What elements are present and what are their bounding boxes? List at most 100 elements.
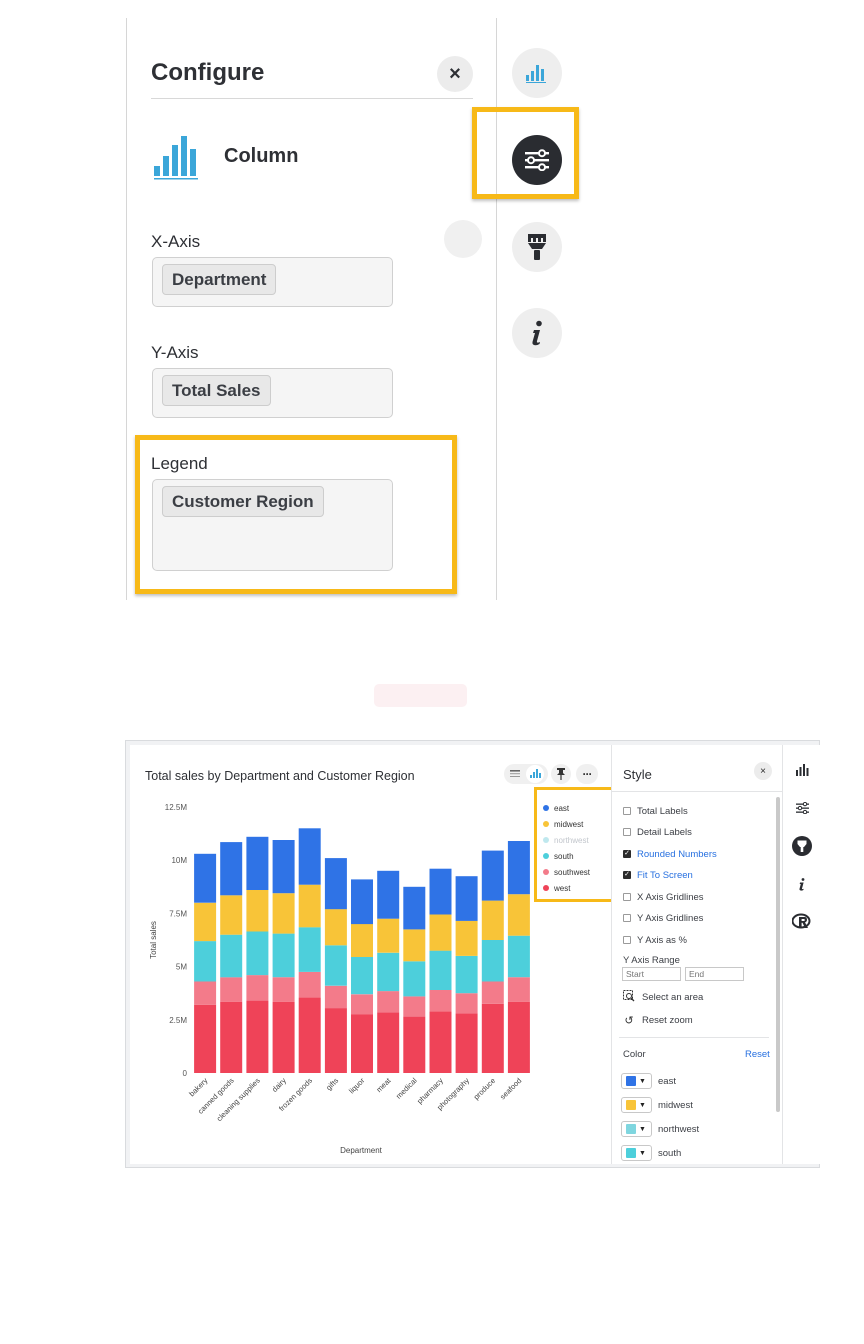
bar-segment-west	[272, 1001, 295, 1073]
y-axis-chip[interactable]: Total Sales	[162, 375, 271, 406]
bar-segment-east	[272, 840, 295, 894]
bar-segment-midwest	[220, 895, 243, 935]
bar-segment-southwest	[246, 975, 269, 1001]
x-tick-label: seafood	[498, 1076, 523, 1101]
checkbox[interactable]: ✓	[623, 871, 631, 879]
select-area-icon	[623, 990, 635, 1005]
checkbox[interactable]	[623, 807, 631, 815]
x-tick-label: dairy	[270, 1076, 288, 1094]
bar-segment-midwest	[455, 920, 478, 956]
bar-segment-south	[507, 935, 530, 978]
x-axis-chip[interactable]: Department	[162, 264, 277, 295]
bar-segment-east	[351, 879, 373, 925]
checkbox[interactable]	[623, 914, 631, 922]
checkbox[interactable]: ✓	[623, 850, 631, 858]
bar-segment-east	[507, 841, 530, 895]
y-range-end-input[interactable]	[685, 967, 744, 981]
option-x-axis-gridlines[interactable]: X Axis Gridlines	[623, 890, 704, 904]
x-tick-label: produce	[472, 1076, 498, 1102]
option-y-axis-gridlines[interactable]: Y Axis Gridlines	[623, 911, 703, 925]
bar-segment-southwest	[194, 981, 217, 1005]
close-button[interactable]: ×	[437, 56, 473, 92]
option-y-axis-percent[interactable]: Y Axis as %	[623, 933, 687, 947]
bar-segment-east	[298, 828, 321, 885]
bar-segment-southwest	[481, 981, 504, 1004]
bar-segment-west	[351, 1014, 373, 1073]
color-reset-link[interactable]: Reset	[745, 1049, 770, 1060]
color-row-midwest: ▼ midwest	[621, 1097, 693, 1113]
bar-segment-east	[429, 868, 452, 915]
bar-segment-east	[194, 853, 217, 903]
bar-segment-south	[429, 950, 452, 990]
bar-segment-south	[272, 933, 295, 978]
color-picker-button[interactable]: ▼	[621, 1097, 652, 1113]
color-swatch	[626, 1124, 636, 1134]
y-tick-label: 12.5M	[165, 803, 188, 812]
paintbrush-icon	[792, 836, 812, 856]
bar-segment-southwest	[272, 977, 295, 1002]
option-rounded-numbers[interactable]: ✓ Rounded Numbers	[623, 847, 717, 861]
option-detail-labels[interactable]: Detail Labels	[623, 825, 692, 839]
bar-segment-south	[403, 961, 426, 997]
style-button[interactable]	[792, 836, 812, 856]
color-picker-button[interactable]: ▼	[621, 1145, 652, 1161]
close-button[interactable]: ×	[754, 762, 772, 780]
y-range-start-input[interactable]	[622, 967, 681, 981]
color-swatch	[626, 1076, 636, 1086]
info-button[interactable]	[512, 308, 562, 358]
bar-segment-south	[351, 957, 373, 995]
x-tick-label: gifts	[324, 1076, 340, 1092]
chart-icon-button[interactable]	[792, 760, 812, 780]
bar-segment-southwest	[455, 993, 478, 1014]
bar-segment-midwest	[194, 902, 217, 942]
bar-segment-west	[324, 1008, 347, 1073]
bar-segment-south	[481, 940, 504, 982]
bar-segment-south	[455, 956, 478, 994]
bar-segment-west	[455, 1013, 478, 1073]
bar-segment-south	[377, 952, 400, 992]
bar-segment-east	[455, 876, 478, 921]
column-chart-icon	[154, 136, 198, 180]
bar-segment-east	[377, 870, 400, 919]
bar-segment-midwest	[351, 924, 373, 957]
bar-segment-southwest	[507, 977, 530, 1002]
scrollbar[interactable]	[776, 797, 780, 1112]
bar-segment-south	[298, 927, 321, 972]
info-button[interactable]	[792, 874, 812, 894]
color-row-east: ▼ east	[621, 1073, 676, 1089]
checkbox[interactable]	[623, 893, 631, 901]
reset-zoom-button[interactable]: ↺ Reset zoom	[623, 1014, 692, 1027]
select-area-button[interactable]: Select an area	[623, 990, 703, 1005]
info-icon	[532, 320, 542, 346]
x-axis-label: X-Axis	[151, 232, 201, 251]
option-fit-to-screen[interactable]: ✓ Fit To Screen	[623, 868, 693, 882]
bar-segment-midwest	[246, 890, 269, 932]
bar-segment-east	[403, 886, 426, 930]
bar-segment-southwest	[429, 990, 452, 1012]
checkbox[interactable]	[623, 828, 631, 836]
configure-panel: Configure × Column X-Axis Department Y-A…	[126, 18, 497, 600]
color-picker-button[interactable]: ▼	[621, 1073, 652, 1089]
y-tick-label: 5M	[176, 963, 187, 972]
bar-segment-midwest	[403, 929, 426, 962]
color-swatch	[626, 1100, 636, 1110]
option-total-labels[interactable]: Total Labels	[623, 804, 688, 818]
bar-segment-east	[246, 836, 269, 890]
chart-icon-button[interactable]	[512, 48, 562, 98]
settings-button[interactable]	[792, 798, 812, 818]
bar-segment-east	[324, 858, 347, 910]
r-script-button[interactable]	[792, 912, 812, 932]
bar-segment-south	[220, 934, 243, 978]
checkbox[interactable]	[623, 936, 631, 944]
color-label: Color	[623, 1049, 646, 1060]
bar-segment-west	[481, 1003, 504, 1073]
x-axis-field[interactable]: Department	[152, 257, 393, 307]
style-panel: Style × Total Labels Detail Labels ✓ Roun…	[611, 745, 783, 1164]
y-axis-range-label: Y Axis Range	[623, 955, 680, 966]
bar-segment-west	[194, 1004, 217, 1073]
hover-circle	[444, 220, 482, 258]
style-button[interactable]	[512, 222, 562, 272]
color-picker-button[interactable]: ▼	[621, 1121, 652, 1137]
y-axis-field[interactable]: Total Sales	[152, 368, 393, 418]
bar-segment-southwest	[298, 971, 321, 998]
